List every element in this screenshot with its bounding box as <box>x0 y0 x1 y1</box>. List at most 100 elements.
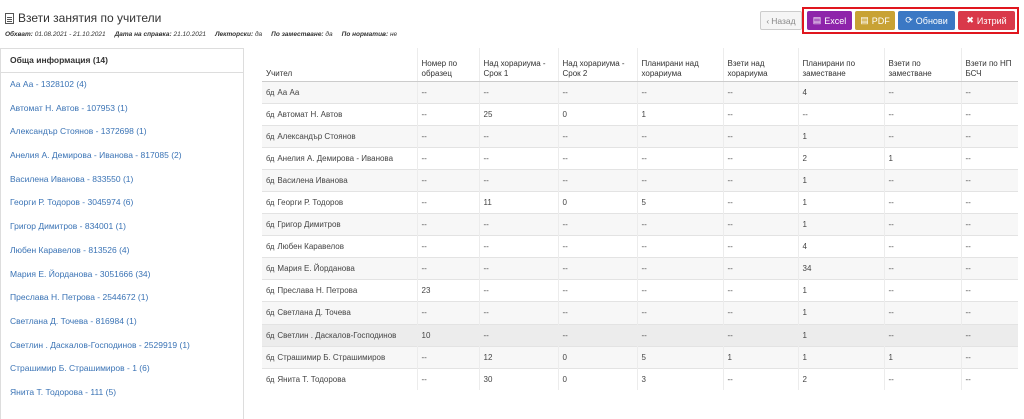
table-cell: -- <box>960 301 1018 325</box>
table-cell: -- <box>478 323 558 347</box>
sidebar-heading[interactable]: Обща информация (14) <box>1 49 243 73</box>
table-cell: 1 <box>797 190 884 214</box>
table-cell: -- <box>478 124 558 148</box>
table-cell: -- <box>557 146 637 170</box>
sidebar-teacher-link[interactable]: Янита Т. Тодорова - 111 (5) <box>1 381 243 405</box>
table-cell: -- <box>557 213 637 236</box>
sidebar-teacher-link[interactable]: Аа Аа - 1328102 (4) <box>1 73 243 97</box>
table-row: бд Аа Аа -- -- -- -- -- 4 -- -- <box>262 80 1018 104</box>
sidebar-teacher-link[interactable]: Светлана Д. Точева - 816984 (1) <box>1 310 243 334</box>
sidebar-teacher-link[interactable]: Георги Р. Тодоров - 3045974 (6) <box>1 191 243 216</box>
refresh-button[interactable]: ⟳ Обнови <box>898 11 955 30</box>
table-cell: 25 <box>478 102 558 126</box>
teacher-name-cell: бд Любен Каравелов <box>262 235 417 258</box>
sidebar-teacher-link[interactable]: Александър Стоянов - 1372698 (1) <box>1 120 243 145</box>
teacher-name-cell: бд Страшимир Б. Страшимиров <box>262 345 417 369</box>
table-cell: -- <box>960 190 1018 214</box>
meta-label: По заместване: <box>271 31 324 38</box>
teacher-name-cell: бд Анелия А. Демирова - Иванова <box>262 146 417 170</box>
table-cell: -- <box>960 235 1018 258</box>
table-cell: -- <box>636 168 723 192</box>
sidebar-teacher-link[interactable]: Светлин . Даскалов-Господинов - 2529919 … <box>1 334 243 358</box>
table-cell: 30 <box>478 367 558 391</box>
table-cell: -- <box>557 301 637 325</box>
table-cell: -- <box>478 213 558 236</box>
teacher-name: Мария Е. Йорданова <box>277 264 355 274</box>
teacher-name: Анелия А. Демирова - Иванова <box>277 153 394 163</box>
table-row: бд Светлин . Даскалов-Господинов 10 -- -- -- -… <box>262 323 1018 347</box>
sidebar-teacher-link[interactable]: Григор Димитров - 834001 (1) <box>1 215 243 239</box>
teacher-name: Георги Р. Тодоров <box>277 198 344 208</box>
teacher-list: Аа Аа - 1328102 (4) Автомат Н. Автов - 10… <box>1 73 243 405</box>
table-cell: 3 <box>636 367 723 391</box>
table-cell: -- <box>960 102 1018 126</box>
table-cell: -- <box>478 146 558 170</box>
sidebar-teacher-link[interactable]: Анелия А. Демирова - Иванова - 817085 (2… <box>1 144 243 168</box>
table-cell: -- <box>883 80 961 104</box>
table-cell: -- <box>416 146 479 170</box>
table-row: бд Александър Стоянов -- -- -- -- -- 1 -- -- <box>262 124 1018 148</box>
table-cell: -- <box>478 235 558 258</box>
table-cell: -- <box>636 80 723 104</box>
teacher-name-cell: бд Светлин . Даскалов-Господинов <box>262 323 417 347</box>
table-cell: 5 <box>636 190 723 214</box>
teacher-name-cell: бд Василена Иванова <box>262 168 417 192</box>
clear-button[interactable]: ✖ Изтрий <box>958 11 1015 30</box>
sidebar-teacher-link[interactable]: Любен Каравелов - 813526 (4) <box>1 239 243 263</box>
table-cell: -- <box>883 257 961 280</box>
chevron-left-icon: ‹ <box>766 15 770 26</box>
pdf-button[interactable]: ▤ PDF <box>855 11 895 30</box>
meta-label: Дата на справка: <box>114 31 172 38</box>
sidebar-teacher-link[interactable]: Василена Иванова - 833550 (1) <box>1 168 243 192</box>
teacher-prefix: бд <box>266 308 275 318</box>
close-icon: ✖ <box>966 15 974 25</box>
teacher-name: Преслава Н. Петрова <box>277 286 358 296</box>
teacher-prefix: бд <box>266 330 275 340</box>
table-row: бд Василена Иванова -- -- -- -- -- 1 -- -- <box>262 168 1018 192</box>
teacher-name: Любен Каравелов <box>277 242 344 252</box>
teacher-prefix: бд <box>266 109 275 119</box>
table-cell: -- <box>416 345 479 369</box>
teacher-name: Янита Т. Тодорова <box>277 375 346 385</box>
teacher-name-cell: бд Григор Димитров <box>262 213 417 236</box>
table-cell: -- <box>416 102 479 126</box>
table-cell: -- <box>883 168 961 192</box>
table-cell: 1 <box>636 102 723 126</box>
table-cell: 4 <box>797 235 884 258</box>
table-cell: 34 <box>797 257 884 280</box>
table-cell: -- <box>557 124 637 148</box>
table-cell: -- <box>722 323 798 347</box>
meta-value: 21.10.2021 <box>173 31 207 38</box>
table-cell: -- <box>557 323 637 347</box>
teacher-prefix: бд <box>266 375 275 385</box>
excel-button[interactable]: ▤ Excel <box>807 11 852 30</box>
table-cell: 1 <box>797 279 884 302</box>
sidebar-teacher-link[interactable]: Мария Е. Йорданова - 3051666 (34) <box>1 263 243 287</box>
table-cell: -- <box>722 301 798 325</box>
refresh-icon: ⟳ <box>905 15 913 25</box>
table-row: бд Светлана Д. Точева -- -- -- -- -- 1 -- -- <box>262 301 1018 325</box>
table-cell: -- <box>883 301 961 325</box>
teacher-sidebar: Обща информация (14) Аа Аа - 1328102 (4)… <box>0 48 244 419</box>
teacher-name: Василена Иванова <box>277 175 348 185</box>
table-cell: -- <box>416 190 479 214</box>
teachers-table-container: Учител Номер по образец Над хорариума - Ср… <box>262 48 1018 391</box>
sidebar-teacher-link[interactable]: Автомат Н. Автов - 107953 (1) <box>1 97 243 121</box>
sidebar-teacher-link[interactable]: Страшимир Б. Страшимиров - 1 (6) <box>1 357 243 381</box>
table-cell: 23 <box>416 279 479 302</box>
table-cell: -- <box>722 102 798 126</box>
table-cell: -- <box>960 146 1018 170</box>
page-title-text: Взети занятия по учители <box>18 11 162 25</box>
table-cell: 10 <box>416 323 479 347</box>
table-cell: 1 <box>883 345 961 369</box>
sidebar-teacher-link[interactable]: Преслава Н. Петрова - 2544672 (1) <box>1 286 243 310</box>
column-header: Взети по заместване <box>883 48 961 82</box>
page-header: Взети занятия по учители Обхват: 01.08.2… <box>0 0 1024 46</box>
table-cell: -- <box>722 190 798 214</box>
back-button[interactable]: ‹ Назад <box>760 11 802 30</box>
teacher-name-cell: бд Аа Аа <box>262 80 417 104</box>
column-header: Планирани по заместване <box>797 48 884 82</box>
table-cell: 12 <box>478 345 558 369</box>
table-cell: 2 <box>797 146 884 170</box>
table-cell: 1 <box>797 323 884 347</box>
